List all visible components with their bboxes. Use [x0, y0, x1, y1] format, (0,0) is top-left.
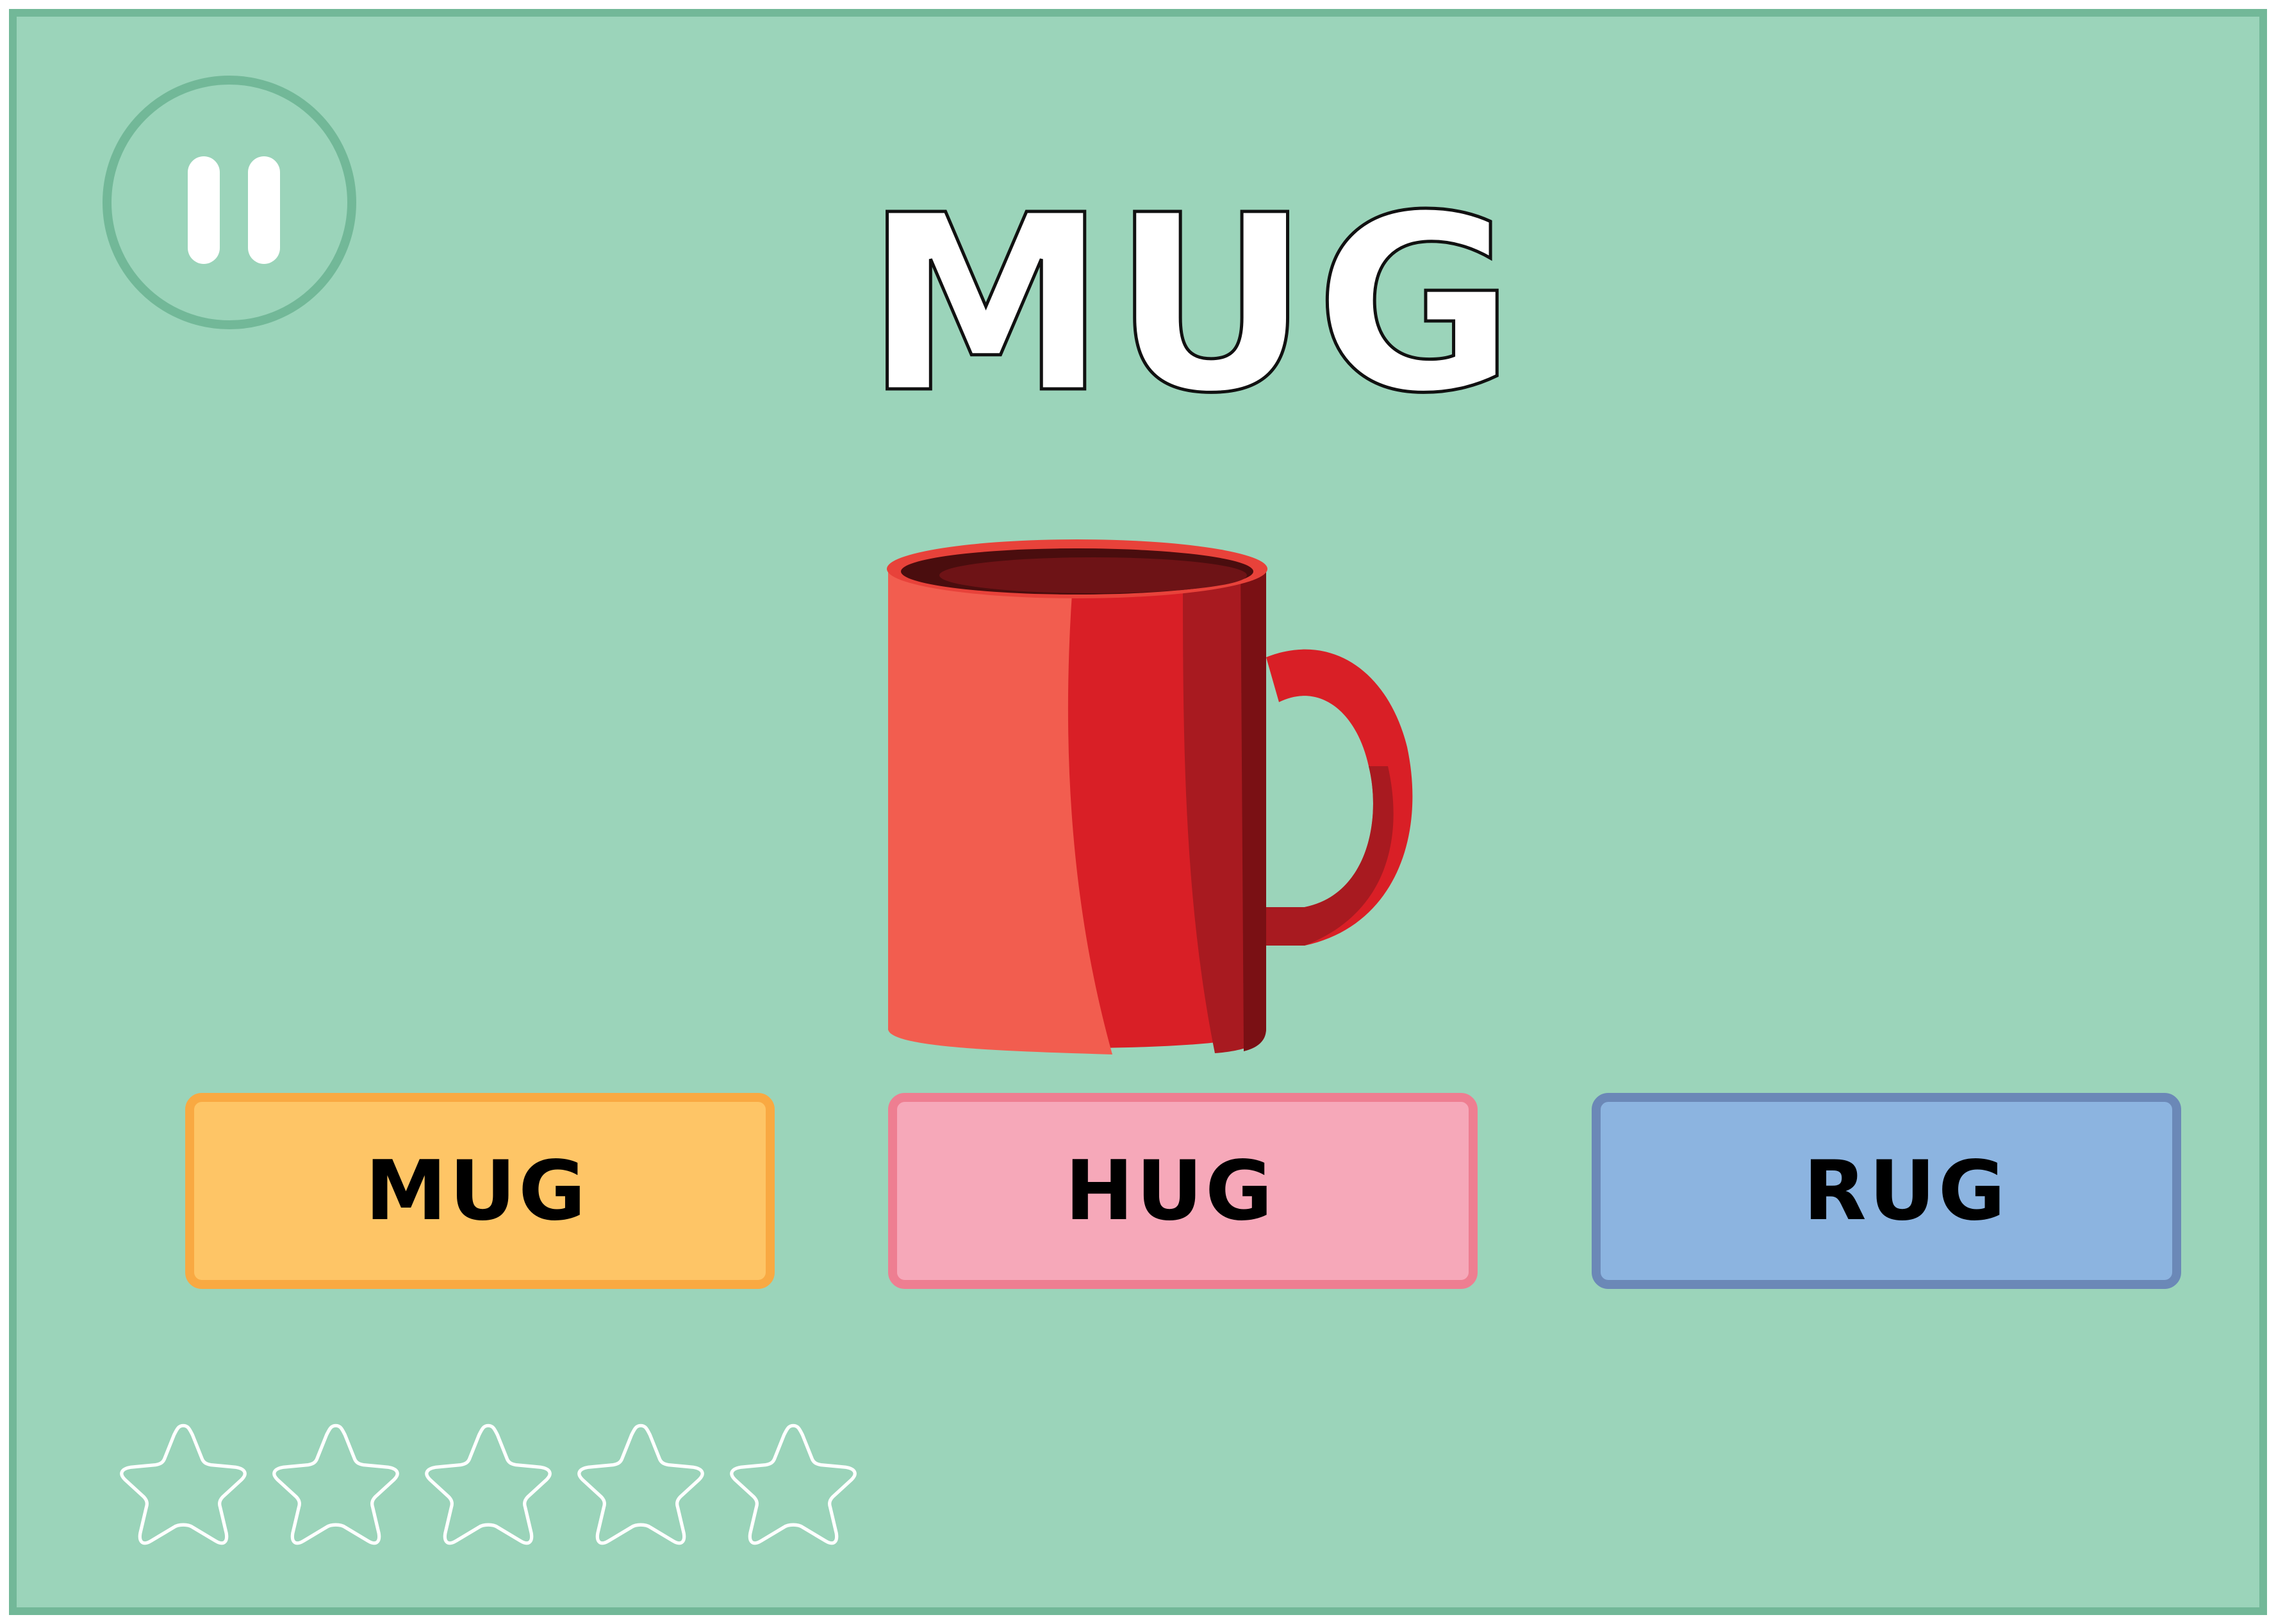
star-icon: [272, 1423, 399, 1545]
game-board: MUG MUG HUG RUG: [9, 9, 2267, 1615]
choice-label-hug: HUG: [1064, 1143, 1276, 1239]
star-icon: [425, 1423, 552, 1545]
star-icon: [577, 1423, 704, 1545]
choice-button-rug[interactable]: RUG: [1592, 1093, 2181, 1289]
choice-button-hug[interactable]: HUG: [888, 1093, 1478, 1289]
star-rating: [106, 1416, 875, 1570]
target-word-title: MUG: [863, 163, 1521, 447]
choice-label-rug: RUG: [1803, 1143, 2008, 1239]
choice-label-mug: MUG: [365, 1143, 589, 1239]
choice-button-mug[interactable]: MUG: [185, 1093, 775, 1289]
mug-picture: [887, 539, 1413, 1054]
star-icon: [730, 1423, 857, 1545]
star-icon: [120, 1423, 247, 1545]
